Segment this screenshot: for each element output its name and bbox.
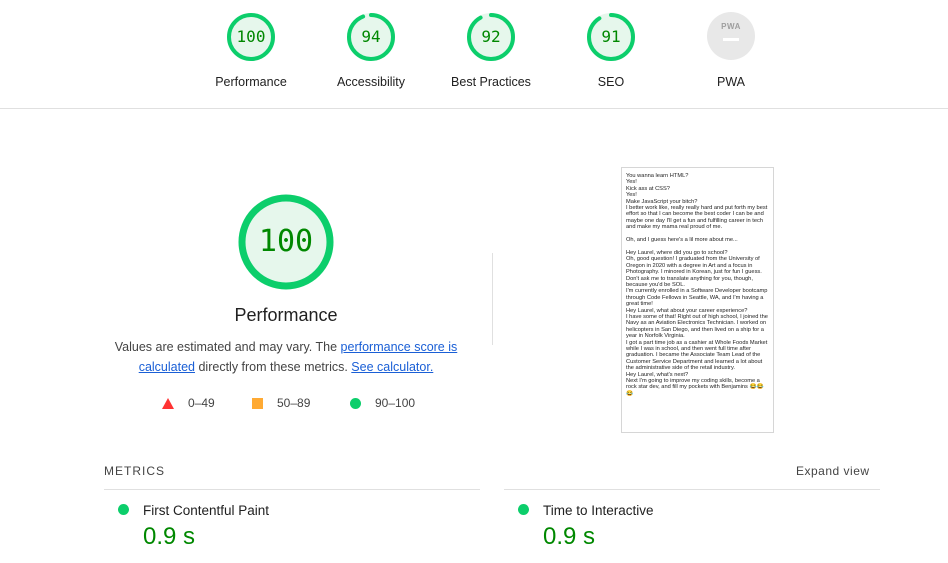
main-score-value: 100: [258, 224, 314, 259]
score-ring: 92: [466, 12, 516, 62]
legend-range: 50–89: [277, 396, 311, 410]
vertical-divider: [492, 253, 493, 345]
expand-view-toggle[interactable]: Expand view: [796, 464, 870, 478]
score-value: 94: [361, 27, 381, 46]
see-calculator-link[interactable]: See calculator.: [351, 360, 433, 374]
gauge-label: Best Practices: [451, 75, 531, 89]
metrics-divider-right: [504, 489, 880, 490]
metrics-divider-left: [104, 489, 480, 490]
legend-range: 90–100: [375, 396, 416, 410]
gauge-accessibility[interactable]: 94 Accessibility: [311, 12, 431, 89]
legend-fail: 0–49: [162, 396, 215, 410]
pass-circle-icon: [518, 504, 529, 515]
score-value: 91: [601, 27, 621, 46]
performance-main-gauge: 100: [237, 193, 335, 291]
performance-title: Performance: [234, 305, 338, 325]
score-value: 92: [481, 27, 501, 46]
score-ring: 94: [346, 12, 396, 62]
circle-icon: [350, 398, 361, 410]
gauge-best-practices[interactable]: 92 Best Practices: [431, 12, 551, 89]
gauge-label: SEO: [597, 75, 625, 89]
gauge-seo[interactable]: 91 SEO: [551, 12, 671, 89]
gauge-label: Accessibility: [336, 75, 406, 89]
metric-value: 0.9 s: [543, 523, 596, 550]
gauge-label: PWA: [716, 75, 745, 89]
legend-pass: 90–100: [350, 396, 415, 410]
metrics-heading: METRICS: [104, 464, 165, 478]
pwa-badge-text: PWA: [721, 22, 741, 31]
pass-circle-icon: [118, 504, 129, 515]
gauge-pwa[interactable]: PWA PWA: [671, 12, 791, 89]
pwa-dash-icon: [723, 38, 739, 41]
gauge-label: Performance: [215, 75, 287, 89]
score-ring: 100: [226, 12, 276, 62]
metric-name: First Contentful Paint: [143, 503, 270, 518]
desc-text: Values are estimated and may vary. The: [114, 340, 341, 354]
final-screenshot-thumbnail[interactable]: You wanna learn HTML? Yes! Kick ass at C…: [621, 167, 774, 433]
gauge-performance[interactable]: 100 Performance: [191, 12, 311, 89]
desc-text: directly from these metrics.: [195, 360, 352, 374]
score-ring: 91: [586, 12, 636, 62]
square-icon: [252, 398, 263, 410]
legend-range: 0–49: [188, 396, 215, 410]
score-value: 100: [236, 27, 266, 46]
pwa-badge-icon: PWA: [707, 12, 755, 60]
performance-description: Values are estimated and may vary. The p…: [110, 337, 462, 377]
category-gauges-bar: 100 Performance 94 Accessibility 92 Best…: [0, 0, 948, 109]
metric-name: Time to Interactive: [543, 503, 654, 518]
metric-value: 0.9 s: [143, 523, 196, 550]
screenshot-text: You wanna learn HTML? Yes! Kick ass at C…: [626, 173, 768, 397]
triangle-icon: [162, 398, 174, 410]
legend-average: 50–89: [252, 396, 310, 410]
